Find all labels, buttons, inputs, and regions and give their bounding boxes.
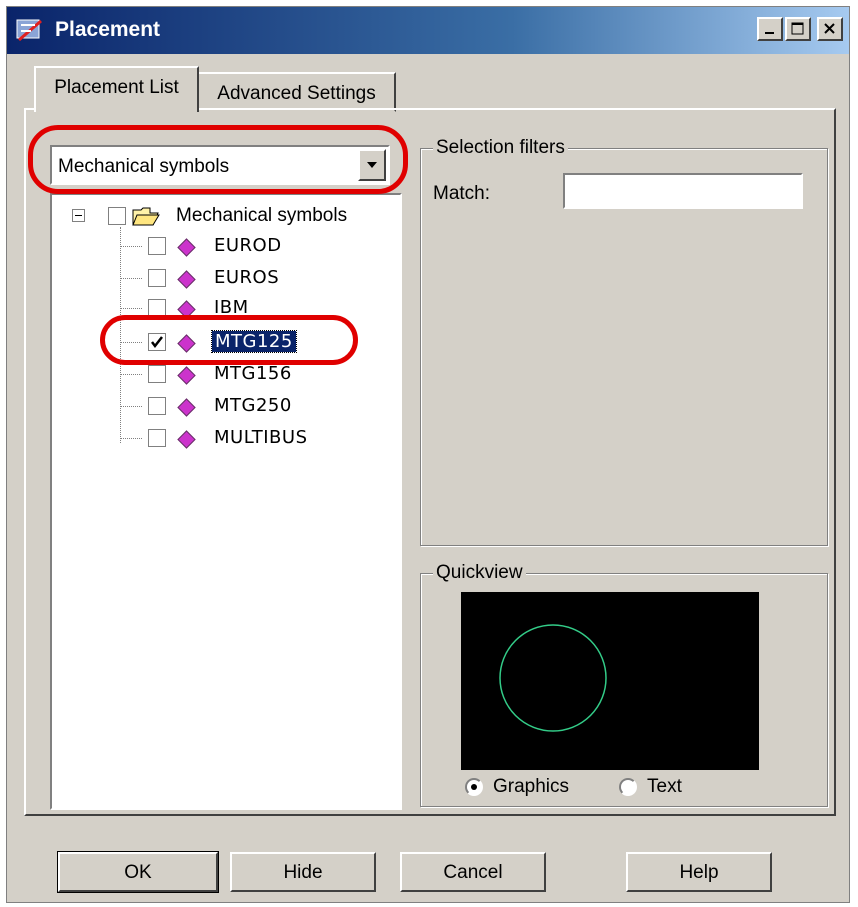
tab-placement-list[interactable]: Placement List	[34, 66, 199, 112]
maximize-button[interactable]	[785, 17, 811, 41]
tree-item-label: MULTIBUS	[214, 427, 308, 448]
tree-connector	[120, 246, 142, 247]
tree-item-mtg250[interactable]: MTG250	[120, 393, 390, 421]
minimize-button[interactable]	[757, 17, 783, 41]
match-input[interactable]	[563, 173, 803, 209]
quickview-preview	[461, 592, 759, 770]
tree-connector	[120, 406, 142, 407]
tree-connector	[120, 438, 142, 439]
tree-item-eurod[interactable]: EUROD	[120, 233, 390, 261]
tree-connector	[120, 374, 142, 375]
item-checkbox[interactable]	[148, 237, 166, 255]
tree-item-label: EUROD	[214, 235, 282, 256]
radio-text-indicator[interactable]	[619, 778, 637, 796]
highlight-annotation-dropdown	[28, 125, 408, 194]
symbol-icon	[177, 270, 196, 289]
symbol-icon	[177, 366, 196, 385]
tree-item-label: MTG156	[214, 363, 292, 384]
selection-filters-group: Selection filters Match:	[420, 137, 828, 546]
title-bar[interactable]: Placement	[7, 7, 849, 54]
item-checkbox[interactable]	[148, 269, 166, 287]
help-button[interactable]: Help	[626, 852, 772, 892]
symbol-icon	[177, 430, 196, 449]
item-checkbox[interactable]	[148, 365, 166, 383]
tree-root-checkbox[interactable]	[108, 207, 126, 225]
highlight-annotation-mtg125	[100, 315, 358, 365]
quickview-legend: Quickview	[433, 562, 526, 584]
hide-button[interactable]: Hide	[230, 852, 376, 892]
maximize-icon	[791, 22, 804, 35]
tree-item-label: EUROS	[214, 267, 280, 288]
match-label: Match:	[433, 183, 491, 204]
close-button[interactable]	[817, 17, 843, 41]
open-folder-icon	[132, 207, 160, 226]
radio-text-label: Text	[647, 776, 682, 797]
item-checkbox[interactable]	[148, 397, 166, 415]
tree-root[interactable]: Mechanical symbols	[72, 203, 392, 231]
tree-connector	[120, 278, 142, 279]
tab-label: Placement List	[54, 77, 179, 98]
tab-label: Advanced Settings	[217, 83, 376, 104]
quickview-group: Quickview Graphics Text	[420, 562, 828, 807]
selection-filters-legend: Selection filters	[433, 137, 568, 159]
item-checkbox[interactable]	[148, 429, 166, 447]
close-icon	[824, 23, 835, 34]
symbol-icon	[177, 238, 196, 257]
window-title: Placement	[55, 18, 161, 41]
radio-graphics-label: Graphics	[493, 776, 570, 797]
app-icon	[16, 19, 42, 42]
tree-item-mtg156[interactable]: MTG156	[120, 361, 390, 389]
symbol-tree[interactable]: Mechanical symbols EUROD EUROS IBM MTG12…	[50, 193, 402, 810]
tree-item-euros[interactable]: EUROS	[120, 265, 390, 293]
collapse-icon[interactable]	[72, 209, 85, 222]
symbol-icon	[177, 398, 196, 417]
tree-item-multibus[interactable]: MULTIBUS	[120, 425, 390, 453]
tree-connector	[120, 308, 142, 309]
radio-graphics-indicator[interactable]	[465, 778, 483, 796]
minimize-icon	[765, 32, 774, 34]
tree-root-label: Mechanical symbols	[176, 205, 348, 226]
cancel-button[interactable]: Cancel	[400, 852, 546, 892]
ok-button[interactable]: OK	[57, 851, 219, 893]
tab-advanced-settings[interactable]: Advanced Settings	[199, 72, 396, 112]
tree-item-label: MTG250	[214, 395, 292, 416]
preview-graphic	[499, 624, 607, 732]
